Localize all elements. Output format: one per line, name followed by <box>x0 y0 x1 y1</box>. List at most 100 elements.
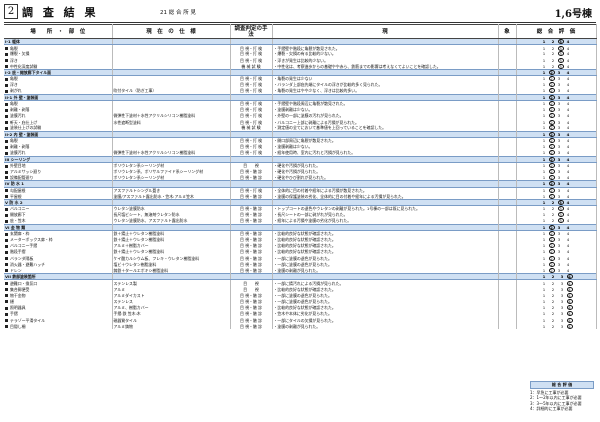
rating-option: 4 <box>566 274 573 280</box>
col-spec: 現 在 の 仕 様 <box>112 24 231 39</box>
rating-option: 4 <box>566 255 570 261</box>
rating-option: 3 <box>557 267 561 273</box>
rating-option: 3 <box>557 82 561 88</box>
col-overall-rating: 総 合 評 価 <box>516 24 597 39</box>
rating-option: 2 <box>551 311 555 317</box>
page-subtitle: 21 総 合 所 見 <box>160 10 196 16</box>
rating-option: 1 <box>542 286 546 292</box>
rating-option: 3 <box>560 317 564 323</box>
rating-option: 1 <box>542 88 546 94</box>
rating-option: 1 <box>542 311 546 317</box>
square-bullet-icon <box>5 121 8 125</box>
table-header-row: 場 所 ・ 部 位 現 在 の 仕 様 調査判定の手 法 現 象 総 合 評 価 <box>4 24 597 39</box>
rating-option: 1 <box>542 305 546 311</box>
rating-option: 1 <box>542 280 546 286</box>
rating-option: 3 <box>557 261 561 267</box>
item-name: 爆裂・欠損 <box>10 51 30 57</box>
rating-option: 4 <box>566 181 570 187</box>
rating-option: 1 <box>542 45 546 51</box>
rating-option: 3 <box>557 193 561 199</box>
rating-option: 1 <box>542 212 546 218</box>
rating-option: 1 <box>542 150 546 156</box>
item-name: 手摺 <box>10 311 18 317</box>
page-title: 調 査 結 果 <box>22 6 99 19</box>
rating-option: 4 <box>566 305 573 311</box>
square-bullet-icon <box>5 263 8 267</box>
rating-option: 4 <box>566 76 570 82</box>
square-bullet-icon <box>5 145 8 149</box>
item-name: 亀裂 <box>10 138 18 144</box>
rating-option: 4 <box>566 237 570 243</box>
rating-option: 4 <box>566 317 573 323</box>
rating-option: 4 <box>566 163 570 169</box>
rating-option: 4 <box>566 286 573 292</box>
rating-option: 1 <box>542 231 546 237</box>
rating-option: 1 <box>542 267 546 273</box>
item-rating: 1234 <box>516 323 597 330</box>
survey-table: 場 所 ・ 部 位 現 在 の 仕 様 調査判定の手 法 現 象 総 合 評 価… <box>4 24 597 330</box>
rating-option: 1 <box>542 243 546 249</box>
square-bullet-icon <box>5 176 8 180</box>
rating-option: 1 <box>542 206 546 212</box>
report-header: 2 調 査 結 果 21 総 合 所 見 1,6号棟 <box>0 0 600 23</box>
square-bullet-icon <box>5 114 8 118</box>
item-name: 開放廊下 <box>10 212 26 218</box>
rating-option: 2 <box>551 274 555 280</box>
rating-option: 4 <box>566 261 570 267</box>
rating-option: 4 <box>566 193 570 199</box>
rating-option: 1 <box>542 94 546 100</box>
square-bullet-icon <box>5 300 8 304</box>
rating-option: 1 <box>542 193 546 199</box>
square-bullet-icon <box>5 213 8 217</box>
item-name: 樋 <box>10 298 14 304</box>
item-name: 浮き <box>10 57 18 63</box>
item-name: 外壁目地 <box>10 163 26 169</box>
col-phenomenon: 象 <box>498 24 517 39</box>
rating-option: 3 <box>557 255 561 261</box>
square-bullet-icon <box>5 325 8 329</box>
rating-option: 3 <box>557 169 561 175</box>
rating-option: 1 <box>542 323 546 329</box>
item-name: 塗装仕上げの試験 <box>10 125 42 131</box>
rating-option: 1 <box>542 101 546 107</box>
rating-option: 3 <box>557 138 561 144</box>
rating-option: 1 <box>542 125 546 131</box>
rating-option: 4 <box>566 63 570 69</box>
rating-option: 1 <box>542 224 546 230</box>
rating-option: 3 <box>560 280 564 286</box>
col-method: 調査判定の手 法 <box>230 24 273 39</box>
table-body: I-1 躯体 1 2 3 4 亀裂目 視・打 検・手摺壁や階段に亀裂が散見された。 1 2 3 4… <box>4 37 597 330</box>
item-name: 剥離・剥落 <box>10 107 30 113</box>
rating-option: 3 <box>560 286 564 292</box>
rating-option: 3 <box>557 181 561 187</box>
rating-option: 3 <box>557 243 561 249</box>
square-bullet-icon <box>5 139 8 143</box>
rating-option: 2 <box>551 57 555 63</box>
square-bullet-icon <box>5 306 8 310</box>
rating-option: 1 <box>542 144 546 150</box>
table-row: 目隠し柵 アルミ鋳物目 視・触 診・塗膜の剥離が見られた。 1 2 3 4 <box>4 323 597 330</box>
rating-option: 1 <box>542 255 546 261</box>
square-bullet-icon <box>5 319 8 323</box>
rating-option: 2 <box>551 212 555 218</box>
rating-option: 3 <box>557 101 561 107</box>
rating-option: 4 <box>566 218 570 224</box>
square-bullet-icon <box>5 83 8 87</box>
rating-option: 4 <box>566 131 570 137</box>
rating-option: 1 <box>542 131 546 137</box>
rating-option: 4 <box>566 138 570 144</box>
rating-option: 4 <box>566 113 570 119</box>
legend-item: 4：詳細的に工事が必要 <box>530 406 573 411</box>
rating-option: 4 <box>566 57 570 63</box>
rating-option: 4 <box>566 82 570 88</box>
rating-option: 4 <box>566 231 570 237</box>
rating-option: 1 <box>542 199 546 205</box>
rating-option: 3 <box>560 311 564 317</box>
item-name: 塗膜汚れ <box>10 150 26 156</box>
rating-option: 4 <box>566 323 573 329</box>
rating-option: 1 <box>542 292 546 298</box>
rating-option: 3 <box>557 113 561 119</box>
rating-option: 1 <box>542 249 546 255</box>
rating-option: 4 <box>566 267 570 273</box>
square-bullet-icon <box>5 288 8 292</box>
